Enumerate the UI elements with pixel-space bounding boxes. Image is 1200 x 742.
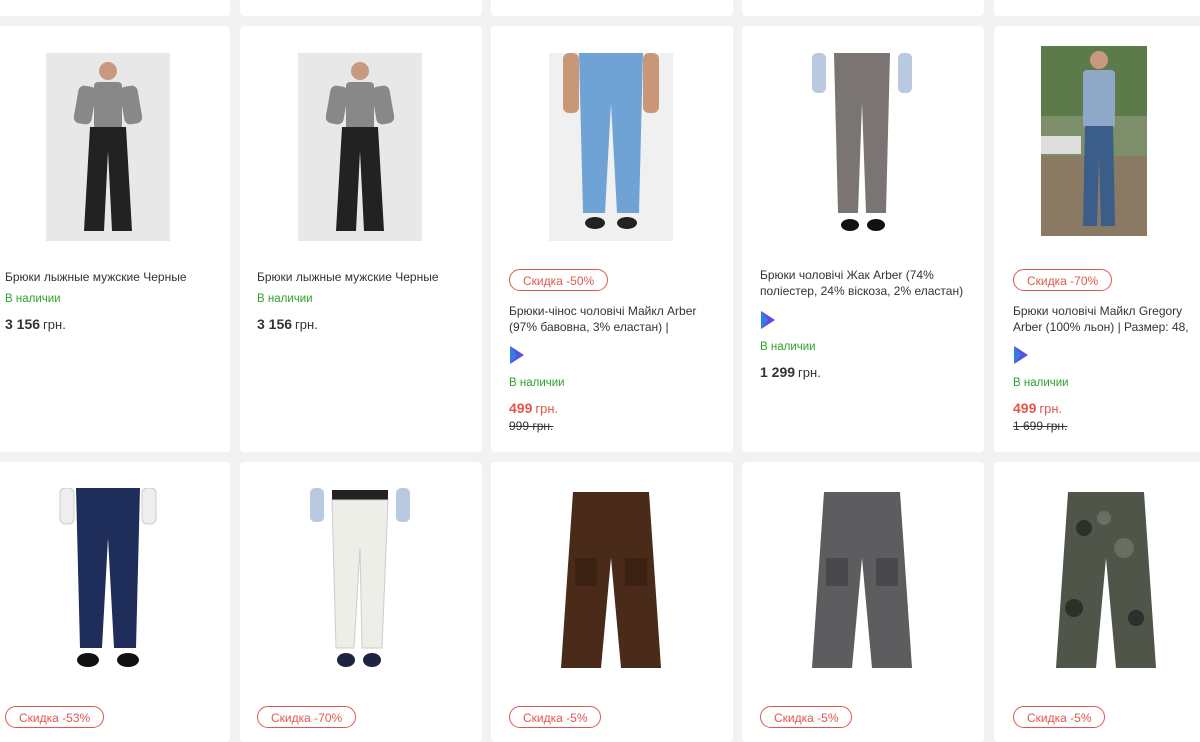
product-image[interactable]: [1044, 488, 1168, 678]
product-price: 3 156 грн.: [5, 316, 66, 332]
product-image[interactable]: [298, 488, 422, 678]
product-image[interactable]: [298, 53, 422, 241]
product-title[interactable]: Брюки лыжные мужские Черные: [257, 269, 447, 285]
product-title[interactable]: Брюки лыжные мужские Черные: [5, 269, 195, 285]
product-price: 499 грн.: [509, 400, 559, 416]
product-card-partial[interactable]: [240, 0, 482, 16]
product-image[interactable]: [800, 488, 924, 678]
product-title[interactable]: Брюки чоловічі Жак Arber (74% поліестер,…: [760, 267, 975, 299]
product-image[interactable]: [46, 53, 170, 241]
product-card[interactable]: Скидка -53%: [0, 462, 230, 742]
product-image[interactable]: [549, 53, 673, 241]
product-card[interactable]: Скидка -70% Брюки чоловічі Майкл Gregory…: [994, 26, 1200, 452]
discount-badge: Скидка -5%: [509, 706, 602, 728]
product-card-partial[interactable]: [742, 0, 984, 16]
product-card[interactable]: Брюки лыжные мужские Черные В наличии 3 …: [240, 26, 482, 452]
product-card-partial[interactable]: [491, 0, 733, 16]
product-card[interactable]: Брюки лыжные мужские Черные В наличии 3 …: [0, 26, 230, 452]
availability-status: В наличии: [760, 341, 816, 353]
product-title[interactable]: Брюки-чінос чоловічі Майкл Arber (97% ба…: [509, 303, 699, 335]
discount-badge: Скидка -70%: [1013, 269, 1113, 291]
availability-status: В наличии: [5, 293, 61, 305]
product-price: 499 грн.: [1013, 400, 1063, 416]
discount-badge: Скидка -5%: [760, 706, 853, 728]
old-price: 1 699 грн.: [1013, 419, 1068, 433]
product-card-partial[interactable]: [994, 0, 1200, 16]
product-card[interactable]: Скидка -5%: [491, 462, 733, 742]
product-price: 1 299 грн.: [760, 364, 821, 380]
product-card[interactable]: Скидка -5%: [742, 462, 984, 742]
product-price: 3 156 грн.: [257, 316, 318, 332]
availability-status: В наличии: [1013, 377, 1069, 389]
seller-logo-icon: [1014, 346, 1028, 364]
availability-status: В наличии: [257, 293, 313, 305]
product-image[interactable]: [800, 53, 924, 241]
seller-logo-icon: [761, 311, 775, 329]
discount-badge: Скидка -5%: [1013, 706, 1106, 728]
discount-badge: Скидка -50%: [509, 269, 609, 291]
discount-badge: Скидка -53%: [5, 706, 105, 728]
product-image[interactable]: [549, 488, 673, 678]
product-card[interactable]: Скидка -70%: [240, 462, 482, 742]
availability-status: В наличии: [509, 377, 565, 389]
product-card[interactable]: Скидка -5%: [994, 462, 1200, 742]
discount-badge: Скидка -70%: [257, 706, 357, 728]
seller-logo-icon: [510, 346, 524, 364]
product-card[interactable]: Скидка -50% Брюки-чінос чоловічі Майкл A…: [491, 26, 733, 452]
product-image[interactable]: [46, 488, 170, 678]
product-image[interactable]: [1041, 46, 1147, 236]
old-price: 999 грн.: [509, 419, 554, 433]
product-card[interactable]: Брюки чоловічі Жак Arber (74% поліестер,…: [742, 26, 984, 452]
product-card-partial[interactable]: [0, 0, 230, 16]
product-title[interactable]: Брюки чоловічі Майкл Gregory Arber (100%…: [1013, 303, 1200, 335]
